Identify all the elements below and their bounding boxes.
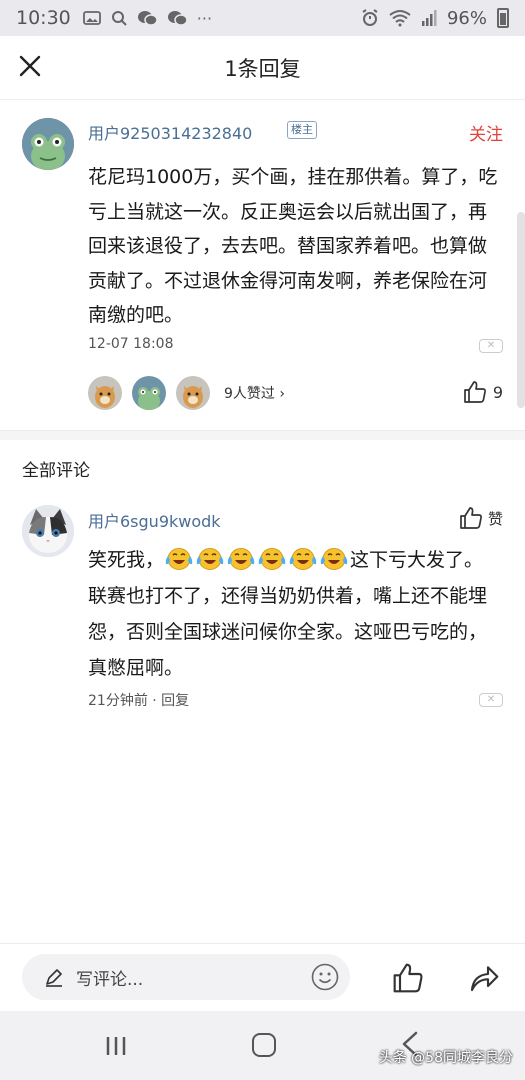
emoji-row (164, 548, 350, 571)
comment-like-label: 赞 (487, 509, 503, 528)
comment-content: 笑死我， 这下亏大发了。联赛也打不了，还得当奶奶供着，嘴上还不能埋怨，否则全国球迷… (88, 542, 500, 686)
avatar[interactable] (22, 118, 74, 170)
battery-icon (497, 8, 509, 28)
alarm-icon (362, 9, 378, 26)
share-icon[interactable] (468, 962, 500, 994)
follow-button[interactable]: 关注 (469, 120, 503, 145)
liker-avatar (86, 374, 124, 412)
signal-icon (421, 10, 437, 26)
crying-laughing-emoji-icon (289, 548, 317, 570)
comment-meta[interactable]: 21分钟前 · 回复 (88, 690, 189, 710)
pen-icon (46, 969, 62, 987)
section-divider (0, 430, 525, 440)
home-icon[interactable] (252, 1033, 276, 1057)
like-button[interactable]: 9 (463, 380, 503, 404)
wifi-icon (389, 10, 411, 27)
crying-laughing-emoji-icon (258, 548, 286, 570)
main-reply: 用户9250314232840 楼主 关注 花尼玛1000万，买个画，挂在那供着… (0, 100, 525, 430)
thumbs-up-icon[interactable] (392, 962, 424, 994)
comment-input[interactable]: 写评论... (22, 954, 350, 1000)
dislike-button[interactable]: ✕ (479, 339, 503, 353)
bottom-bar: 写评论... (0, 943, 525, 1011)
image-icon (82, 11, 101, 25)
op-badge: 楼主 (287, 121, 317, 139)
liker-avatar (174, 374, 212, 412)
frog-avatar-icon (22, 118, 74, 170)
recents-icon[interactable] (104, 1035, 128, 1057)
more-icon: ··· (196, 8, 213, 28)
thumbs-up-icon (460, 507, 482, 529)
page-header: 1条回复 (0, 36, 525, 100)
crying-laughing-emoji-icon (165, 548, 193, 570)
like-count: 9 (492, 382, 503, 402)
search-icon (111, 11, 127, 26)
system-navigation-bar: 头条 @58同城李良分 (0, 1011, 525, 1080)
comment-input-placeholder: 写评论... (76, 969, 144, 990)
comment-like-button[interactable]: 赞 (459, 506, 503, 530)
cat-avatar-icon (22, 505, 74, 557)
wechat-icon (167, 11, 187, 26)
status-time: 10:30 (16, 7, 71, 29)
page-title: 1条回复 (224, 56, 301, 81)
author-username[interactable]: 用户9250314232840 (88, 120, 252, 144)
comments-section-title: 全部评论 (22, 461, 90, 481)
wechat-icon (137, 11, 157, 26)
battery-percent: 96% (446, 7, 487, 29)
avatar[interactable] (22, 505, 74, 557)
crying-laughing-emoji-icon (196, 548, 224, 570)
status-bar: 10:30 ··· 96% (0, 0, 525, 36)
comment-text-before: 笑死我， (88, 549, 165, 571)
reply-content: 花尼玛1000万，买个画，挂在那供着。算了，吃亏上当就这一次。反正奥运会以后就出… (88, 166, 498, 326)
commenter-username[interactable]: 用户6sgu9kwodk (88, 508, 221, 532)
crying-laughing-emoji-icon (320, 548, 348, 570)
liker-avatar (130, 374, 168, 412)
watermark: 头条 @58同城李良分 (378, 1050, 513, 1066)
scrollbar[interactable] (517, 212, 525, 408)
close-icon[interactable] (18, 54, 42, 78)
reply-timestamp: 12-07 18:08 (88, 336, 174, 352)
notification-icons: ··· (82, 8, 213, 28)
thumbs-up-icon (463, 381, 486, 403)
status-right: 96% (361, 8, 509, 29)
comment-dislike-button[interactable]: ✕ (479, 693, 503, 707)
emoji-icon[interactable] (310, 962, 340, 992)
likers-avatars[interactable] (86, 374, 212, 412)
likers-count-link[interactable]: 9人赞过 › (224, 383, 285, 403)
crying-laughing-emoji-icon (227, 548, 255, 570)
